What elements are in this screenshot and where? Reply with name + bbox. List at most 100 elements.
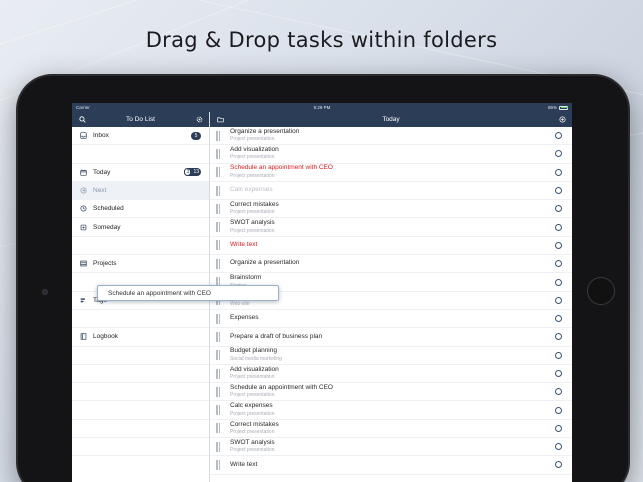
sidebar-item-label: Today — [93, 168, 111, 176]
task-text: Write text — [230, 460, 555, 469]
complete-checkbox[interactable] — [555, 187, 562, 195]
task-text: Expenses — [230, 314, 555, 322]
task-row[interactable]: Correct mistakes Project presentation — [210, 420, 572, 439]
complete-checkbox[interactable] — [555, 370, 562, 377]
task-title: Add visualization — [230, 146, 279, 154]
task-row[interactable]: Organize a presentation Project presentat… — [210, 127, 572, 146]
task-project: Project presentation — [230, 136, 275, 143]
drag-handle-icon[interactable] — [216, 222, 221, 233]
task-text: Schedule an appointment with CEO Project … — [230, 384, 555, 399]
task-row[interactable]: Prepare a draft of business plan — [210, 328, 572, 347]
complete-checkbox[interactable] — [555, 388, 562, 396]
drag-handle-icon[interactable] — [216, 203, 221, 214]
drag-handle-icon[interactable] — [216, 258, 221, 269]
task-text: Correct mistakes Project presentation — [230, 201, 555, 216]
complete-checkbox[interactable] — [555, 406, 562, 414]
task-row[interactable]: Calc expenses — [210, 182, 572, 201]
dragged-task-preview[interactable]: Schedule an appointment with CEO — [97, 285, 279, 301]
book-icon — [79, 333, 87, 341]
drag-handle-icon[interactable] — [216, 386, 221, 397]
sidebar-item-today[interactable]: Today 3 13 — [72, 164, 209, 182]
home-button[interactable] — [587, 277, 615, 305]
complete-checkbox[interactable] — [555, 461, 562, 469]
task-row[interactable]: Write text — [210, 237, 572, 256]
task-row[interactable]: SWOT analysis Project presentation — [210, 438, 572, 457]
drag-handle-icon[interactable] — [216, 423, 221, 434]
sidebar-spacer — [72, 145, 209, 164]
drag-handle-icon[interactable] — [216, 148, 221, 159]
complete-checkbox[interactable] — [555, 443, 562, 451]
arrow-circle-icon — [79, 187, 87, 195]
drag-handle-icon[interactable] — [216, 313, 221, 324]
task-title: Correct mistakes — [230, 420, 279, 428]
task-project: Project presentation — [230, 392, 275, 399]
complete-checkbox[interactable] — [555, 333, 562, 341]
task-project: Project presentation — [230, 428, 275, 435]
task-row[interactable]: Add visualization Project presentation — [210, 365, 572, 384]
sidebar-item-label: Scheduled — [93, 205, 124, 213]
drag-handle-icon[interactable] — [216, 185, 221, 196]
add-task-icon[interactable] — [558, 116, 566, 124]
complete-checkbox[interactable] — [555, 205, 562, 213]
sidebar-spacer — [72, 420, 209, 439]
sidebar-spacer — [72, 383, 209, 402]
drag-handle-icon[interactable] — [216, 167, 221, 178]
drag-handle-icon[interactable] — [216, 130, 221, 141]
drag-handle-icon[interactable] — [216, 240, 221, 251]
task-row[interactable]: Calc expenses Project presentation — [210, 401, 572, 420]
complete-checkbox[interactable] — [555, 424, 562, 432]
sidebar-title: To Do List — [126, 116, 155, 123]
task-row[interactable]: Add visualization Project presentation — [210, 145, 572, 164]
task-row[interactable]: SWOT analysis Project presentation — [210, 218, 572, 237]
folder-icon[interactable] — [216, 116, 224, 124]
complete-checkbox[interactable] — [555, 260, 562, 268]
drag-handle-icon[interactable] — [216, 459, 221, 470]
task-row[interactable]: Budget planning Social media marketing — [210, 347, 572, 365]
inbox-count-badge: 5 — [191, 131, 201, 140]
complete-checkbox[interactable] — [555, 296, 562, 304]
sidebar-item-label: Someday — [93, 223, 121, 231]
drag-handle-icon[interactable] — [216, 441, 221, 452]
task-row[interactable]: Write text — [210, 456, 572, 475]
complete-checkbox[interactable] — [555, 223, 562, 231]
battery-icon — [559, 105, 568, 110]
status-bar: Carrier 5:29 PM 85% — [72, 103, 572, 112]
clock-icon — [79, 205, 87, 213]
sidebar-spacer — [72, 347, 209, 365]
task-project: Project presentation — [230, 227, 275, 234]
sidebar-item-logbook[interactable]: Logbook — [72, 328, 209, 347]
complete-checkbox[interactable] — [555, 168, 562, 176]
task-row[interactable]: Organize a presentation — [210, 255, 572, 274]
task-row[interactable]: Schedule an appointment with CEO Project … — [210, 383, 572, 402]
sidebar-item-next[interactable]: Next — [72, 181, 209, 201]
complete-checkbox[interactable] — [555, 132, 562, 140]
complete-checkbox[interactable] — [555, 150, 562, 158]
sidebar-item-inbox[interactable]: Inbox 5 — [72, 127, 209, 146]
task-row[interactable]: Correct mistakes Project presentation — [210, 200, 572, 219]
drag-handle-icon[interactable] — [216, 331, 221, 342]
task-text: Calc expenses Project presentation — [230, 402, 555, 417]
task-text: Add visualization Project presentation — [230, 366, 555, 381]
task-title: Organize a presentation — [230, 259, 300, 267]
drag-handle-icon[interactable] — [216, 368, 221, 379]
complete-checkbox[interactable] — [555, 278, 562, 286]
task-project: Project presentation — [230, 172, 275, 179]
task-text: SWOT analysis Project presentation — [230, 439, 555, 454]
inbox-icon — [79, 132, 87, 140]
task-row[interactable]: Expenses — [210, 310, 572, 329]
gear-icon[interactable] — [195, 116, 203, 124]
sidebar-item-scheduled[interactable]: Scheduled — [72, 200, 209, 219]
complete-checkbox[interactable] — [555, 351, 562, 359]
drag-handle-icon[interactable] — [216, 405, 221, 416]
complete-checkbox[interactable] — [555, 315, 562, 323]
drag-handle-icon[interactable] — [216, 350, 221, 361]
task-title: Write text — [230, 460, 258, 468]
sidebar-item-label: Projects — [93, 260, 117, 268]
search-icon[interactable] — [78, 116, 86, 124]
app-screen: Carrier 5:29 PM 85% To Do List Inbox 5 T… — [72, 103, 572, 482]
sidebar-item-someday[interactable]: Someday — [72, 218, 209, 237]
task-row[interactable]: Schedule an appointment with CEO Project … — [210, 164, 572, 182]
task-title: Brainstorm — [230, 274, 262, 282]
sidebar-item-projects[interactable]: Projects — [72, 255, 209, 274]
complete-checkbox[interactable] — [555, 241, 562, 249]
